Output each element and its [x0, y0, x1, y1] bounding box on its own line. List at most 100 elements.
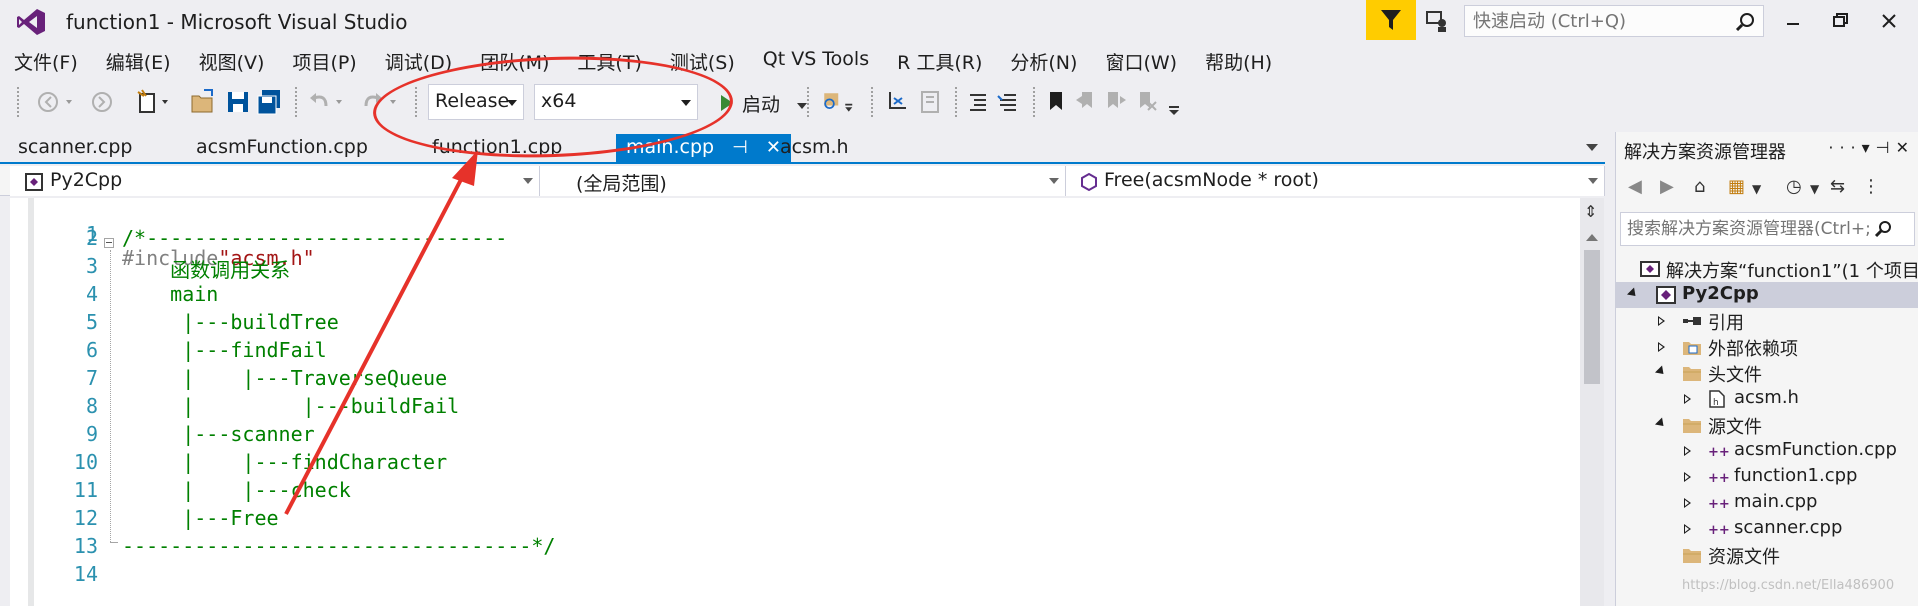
tree-item-acsm-h[interactable]: h acsm.h — [1616, 386, 1918, 412]
project-dropdown[interactable]: Py2Cpp — [10, 166, 540, 196]
tree-item-external-dependencies[interactable]: 外部依赖项 — [1616, 334, 1918, 360]
switch-views-icon[interactable]: ▦ — [1728, 176, 1745, 197]
new-project-icon[interactable] — [136, 88, 184, 116]
previous-bookmark-icon[interactable] — [1074, 88, 1098, 116]
toolbar-grip[interactable] — [16, 86, 20, 118]
expanded-arrow-icon[interactable] — [1654, 417, 1668, 430]
clear-bookmarks-icon[interactable] — [1134, 88, 1158, 116]
code-line[interactable]: 4 main — [10, 282, 1570, 310]
tree-item-function1-cpp[interactable]: ++ function1.cpp — [1616, 464, 1918, 490]
sync-with-document-icon[interactable]: ⇆ — [1830, 176, 1845, 197]
collapsed-arrow-icon[interactable] — [1658, 342, 1665, 352]
tab-acsm-h[interactable]: acsm.h — [770, 134, 859, 162]
comment-lines-icon[interactable] — [966, 88, 990, 116]
code-line[interactable]: 2 /*------------------------------ — [10, 226, 1570, 254]
toolbar-grip[interactable] — [954, 86, 958, 118]
code-line[interactable]: 11 | |---check — [10, 478, 1570, 506]
step-into-icon[interactable] — [886, 88, 910, 116]
feedback-icon[interactable] — [1424, 8, 1450, 34]
minimize-icon[interactable] — [1770, 6, 1816, 36]
more-options-icon[interactable]: ⋮ — [1862, 176, 1880, 197]
collapse-region-icon[interactable] — [104, 238, 114, 248]
next-bookmark-icon[interactable] — [1104, 88, 1128, 116]
close-icon[interactable] — [1866, 6, 1912, 36]
code-line[interactable]: 10 | |---findCharacter — [10, 450, 1570, 478]
uncomment-lines-icon[interactable] — [996, 88, 1020, 116]
menu-qt-vs-tools[interactable]: Qt VS Tools — [749, 46, 883, 76]
toolbar-grip[interactable] — [1032, 86, 1036, 118]
tree-item-references[interactable]: 引用 — [1616, 308, 1918, 334]
code-line[interactable]: 14 — [10, 562, 1570, 590]
pending-changes-filter-icon[interactable]: ◷ — [1786, 176, 1802, 197]
collapsed-arrow-icon[interactable] — [1684, 472, 1691, 482]
menu-edit[interactable]: 编辑(E) — [92, 46, 185, 76]
collapsed-arrow-icon[interactable] — [1658, 316, 1665, 326]
menu-help[interactable]: 帮助(H) — [1191, 46, 1286, 76]
code-line[interactable]: 12 |---Free — [10, 506, 1570, 534]
panel-window-buttons[interactable]: ···▾⊣✕ — [1828, 138, 1915, 157]
bookmark-icon[interactable] — [1046, 88, 1066, 116]
collapsed-arrow-icon[interactable] — [1684, 524, 1691, 534]
tab-overflow-icon[interactable] — [1586, 144, 1598, 151]
split-window-icon[interactable]: ⇕ — [1584, 202, 1597, 221]
tree-item-header-files[interactable]: 头文件 — [1616, 360, 1918, 386]
code-line[interactable]: 3 函数调用关系 — [10, 254, 1570, 282]
tree-item-main-cpp[interactable]: ++ main.cpp — [1616, 490, 1918, 516]
tree-item-scanner-cpp[interactable]: ++ scanner.cpp — [1616, 516, 1918, 542]
search-icon[interactable] — [1874, 220, 1892, 238]
chevron-down-icon[interactable]: ▼ — [1752, 182, 1761, 196]
quick-launch-input[interactable] — [1465, 6, 1725, 36]
save-all-icon[interactable] — [256, 88, 282, 116]
quick-launch-box[interactable] — [1464, 5, 1764, 37]
navigate-forward-icon[interactable] — [90, 88, 116, 116]
code-line[interactable]: 9 |---scanner — [10, 422, 1570, 450]
find-in-files-icon[interactable] — [818, 88, 862, 116]
forward-icon[interactable]: ▶ — [1660, 176, 1674, 197]
restore-icon[interactable] — [1818, 6, 1864, 36]
toolbar-grip[interactable] — [870, 86, 874, 118]
expanded-arrow-icon[interactable] — [1654, 365, 1668, 378]
scrollbar-thumb[interactable] — [1584, 250, 1600, 384]
collapsed-arrow-icon[interactable] — [1684, 394, 1691, 404]
tree-item-source-files[interactable]: 源文件 — [1616, 412, 1918, 438]
editor-vertical-scrollbar[interactable]: ⇕ — [1580, 198, 1604, 606]
toolbar-grip[interactable] — [806, 86, 810, 118]
solution-explorer-search-input[interactable] — [1621, 213, 1871, 245]
tree-item-resource-files[interactable]: 资源文件 — [1616, 542, 1918, 568]
scope-dropdown[interactable]: (全局范围) — [540, 166, 1066, 196]
tree-item-acsmfunction-cpp[interactable]: ++ acsmFunction.cpp — [1616, 438, 1918, 464]
member-dropdown[interactable]: Free(acsmNode * root) — [1066, 166, 1605, 196]
code-line[interactable]: 6 |---findFail — [10, 338, 1570, 366]
collapsed-arrow-icon[interactable] — [1684, 498, 1691, 508]
code-line[interactable]: 1 #include"acsm.h" — [10, 198, 1570, 270]
menu-view[interactable]: 视图(V) — [185, 46, 279, 76]
scroll-up-icon[interactable] — [1586, 234, 1598, 241]
open-file-icon[interactable] — [190, 88, 216, 116]
chevron-down-icon[interactable]: ▼ — [1810, 182, 1819, 196]
menu-project[interactable]: 项目(P) — [278, 46, 370, 76]
tab-acsmfunction-cpp[interactable]: acsmFunction.cpp — [186, 134, 378, 162]
code-line[interactable]: 7 | |---TraverseQueue — [10, 366, 1570, 394]
code-line[interactable]: 13 ----------------------------------*/ — [10, 534, 1570, 562]
tab-scanner-cpp[interactable]: scanner.cpp — [8, 134, 142, 162]
breakpoint-window-icon[interactable] — [918, 88, 942, 116]
toolbar-grip[interactable] — [294, 86, 298, 118]
menu-r-tools[interactable]: R 工具(R) — [883, 46, 996, 76]
save-icon[interactable] — [226, 88, 250, 116]
collapsed-arrow-icon[interactable] — [1684, 446, 1691, 456]
home-icon[interactable]: ⌂ — [1694, 176, 1705, 197]
tree-item-project[interactable]: Py2Cpp — [1616, 282, 1918, 308]
code-editor[interactable]: 1 #include"acsm.h" 2 /*------------------… — [10, 198, 1580, 606]
undo-icon[interactable] — [306, 88, 354, 116]
toolbar-options-icon[interactable] — [1166, 88, 1182, 116]
code-line[interactable]: 8 | |---buildFail — [10, 394, 1570, 422]
expanded-arrow-icon[interactable] — [1626, 287, 1640, 300]
solution-explorer-search-box[interactable] — [1620, 212, 1915, 246]
menu-analyze[interactable]: 分析(N) — [996, 46, 1091, 76]
pin-icon[interactable]: ⊣ — [732, 137, 748, 158]
code-line[interactable]: 5 |---buildTree — [10, 310, 1570, 338]
menu-file[interactable]: 文件(F) — [0, 46, 92, 76]
navigate-back-icon[interactable] — [36, 88, 84, 116]
tree-item-solution[interactable]: 解决方案“function1”(1 个项目) — [1616, 256, 1918, 282]
menu-window[interactable]: 窗口(W) — [1091, 46, 1191, 76]
